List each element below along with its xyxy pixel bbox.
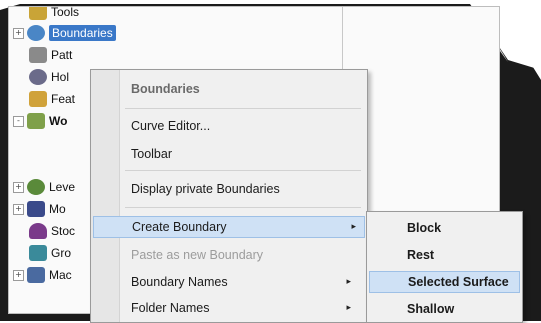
submenu-item-shallow[interactable]: Shallow bbox=[407, 298, 454, 320]
tree-item-patterns[interactable]: Patt bbox=[9, 44, 72, 66]
tree-item-boundaries[interactable]: + Boundaries bbox=[9, 22, 116, 44]
submenu-item-selected-surface[interactable]: Selected Surface bbox=[369, 271, 520, 293]
workplane-icon bbox=[27, 113, 45, 129]
submenu-item-rest[interactable]: Rest bbox=[407, 244, 434, 266]
menu-item-folder-names[interactable]: Folder Names ▸ bbox=[131, 297, 359, 319]
menu-item-label: Create Boundary bbox=[132, 220, 227, 234]
hole-icon bbox=[29, 69, 47, 85]
tree-item-groups[interactable]: Gro bbox=[9, 242, 71, 264]
submenu-arrow-icon: ▸ bbox=[346, 303, 351, 313]
menu-item-create-boundary[interactable]: Create Boundary ▸ bbox=[93, 216, 365, 238]
menu-item-curve-editor[interactable]: Curve Editor... bbox=[131, 115, 359, 137]
menu-item-label: Boundary Names bbox=[131, 275, 228, 289]
tree-item-label: Wo bbox=[49, 114, 68, 128]
group-icon bbox=[29, 245, 47, 261]
pattern-icon bbox=[29, 47, 47, 63]
menu-header: Boundaries bbox=[131, 82, 200, 96]
tree-item-stock[interactable]: Stoc bbox=[9, 220, 75, 242]
menu-separator bbox=[125, 108, 361, 109]
tree-item-workplanes[interactable]: - Wo bbox=[9, 110, 67, 132]
tree-item-holes[interactable]: Hol bbox=[9, 66, 69, 88]
menu-item-label: Folder Names bbox=[131, 301, 210, 315]
tree-item-label: Tools bbox=[51, 6, 80, 19]
stock-icon bbox=[29, 223, 47, 239]
model-icon bbox=[27, 201, 45, 217]
tree-item-label: Leve bbox=[49, 180, 76, 194]
collapse-toggle[interactable]: - bbox=[13, 115, 24, 127]
expand-toggle[interactable]: + bbox=[13, 181, 24, 193]
boundary-icon bbox=[27, 25, 45, 41]
menu-item-boundary-names[interactable]: Boundary Names ▸ bbox=[131, 271, 359, 293]
tree-item-label: Stoc bbox=[51, 224, 76, 238]
tree-item-tools[interactable]: Tools bbox=[9, 6, 80, 23]
machine-icon bbox=[27, 267, 45, 283]
menu-icon-gutter bbox=[91, 70, 120, 322]
expand-toggle[interactable]: + bbox=[13, 27, 24, 39]
expand-toggle[interactable]: + bbox=[13, 203, 24, 215]
submenu-item-block[interactable]: Block bbox=[407, 217, 441, 239]
tree-item-label: Mac bbox=[49, 268, 72, 282]
menu-item-toolbar[interactable]: Toolbar bbox=[131, 143, 359, 165]
tree-item-levels[interactable]: + Leve bbox=[9, 176, 75, 198]
feature-icon bbox=[29, 91, 47, 107]
create-boundary-submenu: Block Rest Selected Surface Shallow bbox=[366, 211, 523, 323]
tree-item-label: Patt bbox=[51, 48, 73, 62]
submenu-arrow-icon: ▸ bbox=[351, 222, 356, 232]
tree-item-label: Mo bbox=[49, 202, 66, 216]
menu-separator bbox=[125, 170, 361, 171]
tree-item-machines[interactable]: + Mac bbox=[9, 264, 72, 286]
tree-item-label: Gro bbox=[51, 246, 72, 260]
menu-separator bbox=[125, 207, 361, 208]
tree-item-label: Boundaries bbox=[49, 25, 116, 41]
expand-toggle[interactable]: + bbox=[13, 269, 24, 281]
context-menu: Boundaries Curve Editor... Toolbar Displ… bbox=[90, 69, 368, 323]
tree-item-models[interactable]: + Mo bbox=[9, 198, 66, 220]
submenu-arrow-icon: ▸ bbox=[346, 277, 351, 287]
level-icon bbox=[27, 179, 45, 195]
tools-icon bbox=[29, 7, 47, 20]
tree-item-label: Hol bbox=[51, 70, 70, 84]
tree-item-label: Feat bbox=[51, 92, 76, 106]
menu-item-paste-as-new-boundary: Paste as new Boundary bbox=[131, 248, 264, 262]
menu-item-display-private-boundaries[interactable]: Display private Boundaries bbox=[131, 178, 359, 200]
tree-item-features[interactable]: Feat bbox=[9, 88, 75, 110]
